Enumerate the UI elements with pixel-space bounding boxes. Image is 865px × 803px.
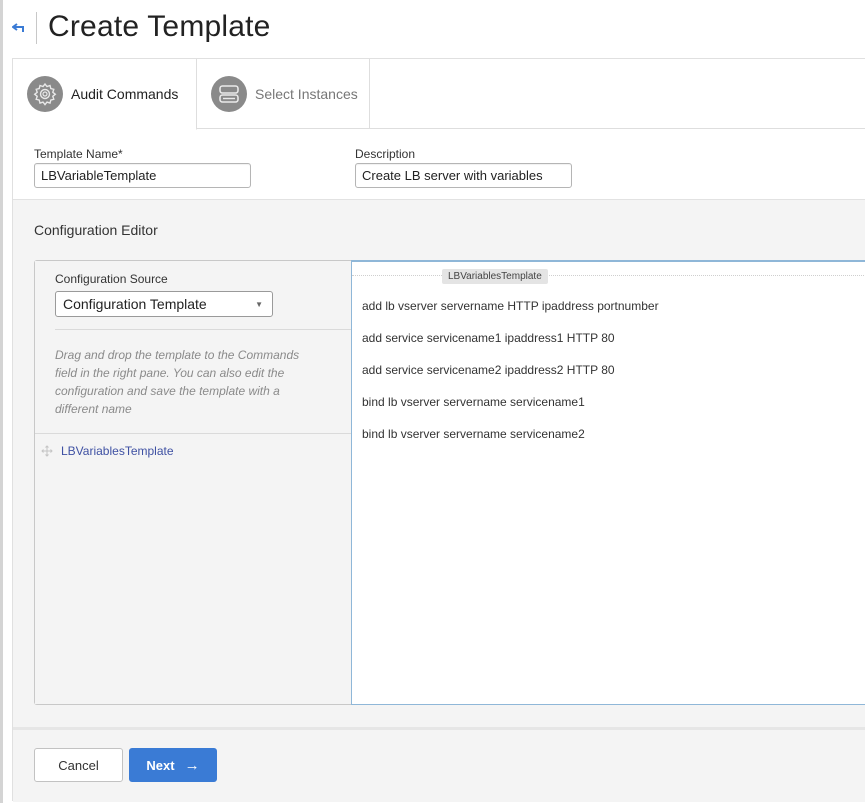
section-title: Configuration Editor (34, 222, 158, 238)
divider (55, 329, 351, 330)
command-line[interactable]: add lb vserver servername HTTP ipaddress… (362, 298, 659, 330)
template-name-input[interactable] (34, 163, 251, 188)
wizard-tabs: Audit Commands Select Instances (13, 59, 865, 130)
configuration-editor-section: Configuration Editor Configuration Sourc… (13, 199, 865, 727)
tab-select-instances[interactable]: Select Instances (197, 59, 370, 129)
page-title: Create Template (48, 10, 271, 43)
description-label: Description (355, 147, 416, 161)
wizard-card: Audit Commands Select Instances Template… (12, 58, 865, 802)
server-stack-icon (211, 76, 247, 112)
template-name-label: Template Name* (34, 147, 123, 161)
wizard-footer: Cancel Next → (13, 727, 865, 802)
tab-audit-commands[interactable]: Audit Commands (13, 59, 197, 130)
header-divider (36, 12, 37, 44)
template-list-item[interactable]: LBVariablesTemplate (41, 441, 174, 461)
chevron-down-icon: ▼ (255, 299, 263, 309)
template-link[interactable]: LBVariablesTemplate (61, 444, 174, 458)
next-label: Next (146, 757, 175, 773)
gear-icon (27, 76, 63, 112)
template-fields: Template Name* Description (13, 129, 865, 199)
back-arrow-icon (12, 23, 24, 32)
command-line[interactable]: bind lb vserver servername servicename1 (362, 394, 659, 426)
arrow-right-icon: → (184, 756, 200, 774)
template-tag: LBVariablesTemplate (442, 269, 548, 284)
template-separator (352, 275, 865, 276)
help-text: Drag and drop the template to the Comman… (55, 348, 300, 416)
configuration-source-pane: Configuration Source Configuration Templ… (35, 261, 351, 704)
commands-editor[interactable]: LBVariablesTemplate add lb vserver serve… (351, 260, 865, 705)
next-button[interactable]: Next → (129, 748, 217, 782)
template-name-field: Template Name* (34, 147, 251, 188)
drag-move-icon (41, 445, 53, 457)
description-input[interactable] (355, 163, 572, 188)
command-lines: add lb vserver servername HTTP ipaddress… (362, 298, 659, 458)
tab-label: Audit Commands (71, 86, 179, 102)
tab-label: Select Instances (255, 86, 358, 102)
description-field: Description (355, 147, 572, 188)
left-rail (0, 0, 3, 803)
back-button[interactable] (10, 19, 28, 37)
cancel-label: Cancel (58, 757, 99, 773)
cancel-button[interactable]: Cancel (34, 748, 123, 782)
configuration-source-label: Configuration Source (55, 272, 168, 286)
configuration-source-select[interactable]: Configuration Template ▼ (55, 291, 273, 317)
command-line[interactable]: add service servicename1 ipaddress1 HTTP… (362, 330, 659, 362)
page-header: Create Template (0, 0, 865, 58)
selected-value: Configuration Template (63, 296, 207, 312)
command-line[interactable]: add service servicename2 ipaddress2 HTTP… (362, 362, 659, 394)
command-line[interactable]: bind lb vserver servername servicename2 (362, 426, 659, 458)
editor-box: Configuration Source Configuration Templ… (34, 260, 865, 705)
divider (35, 433, 351, 434)
